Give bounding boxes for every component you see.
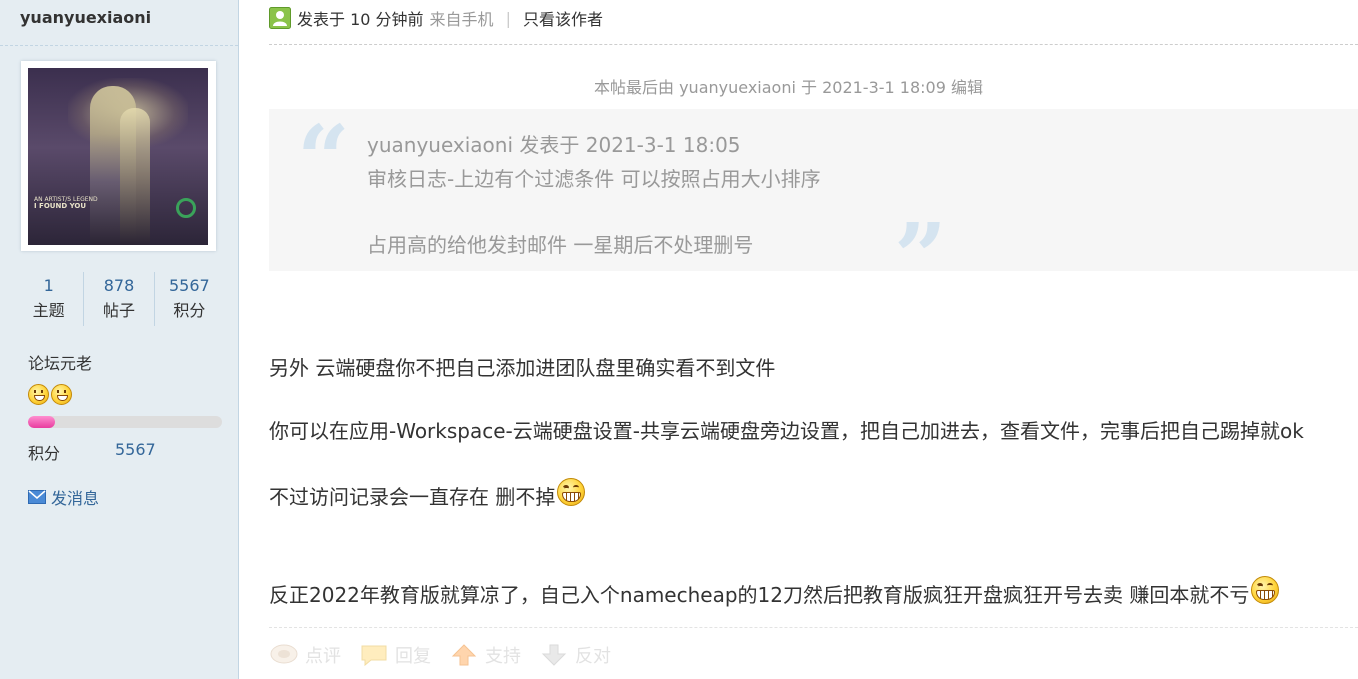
author-username[interactable]: yuanyuexiaoni: [20, 8, 151, 27]
points-label: 积分: [28, 444, 61, 463]
quote-header[interactable]: yuanyuexiaoni 发表于 2021-3-1 18:05: [367, 129, 741, 158]
rank-progress-fill: [28, 416, 56, 428]
author-sidebar: yuanyuexiaoni AN ARTIST/S LEGEND I FOUND…: [0, 0, 239, 679]
post-text: 不过访问记录会一直存在 删不掉: [269, 485, 556, 509]
quote-text: 占用高的给他发封邮件 一星期后不处理删号: [367, 233, 754, 257]
avatar-figure: [120, 108, 150, 245]
rank-stars: [28, 384, 72, 405]
stat-label: 主题: [32, 301, 65, 320]
post-paragraph: 反正2022年教育版就算凉了，自己入个namecheap的12刀然后把教育版疯狂…: [269, 576, 1280, 608]
stat-posts[interactable]: 878 帖子: [84, 272, 155, 326]
stat-label: 帖子: [102, 301, 135, 320]
open-quote-icon: “: [297, 105, 350, 213]
quote-text: 审核日志-上边有个过滤条件 可以按照占用大小排序: [367, 167, 821, 191]
stat-label: 积分: [173, 301, 206, 320]
rank-smiley-icon: [51, 384, 72, 405]
post-text: 你可以在应用-Workspace-云端硬盘设置-共享云端硬盘旁边设置，把自己加进…: [269, 419, 1304, 443]
grin-emoji-icon: [557, 478, 586, 506]
points-row: 积分 5567: [28, 440, 156, 464]
divider: [0, 45, 238, 46]
post-content-area: 发表于 10 分钟前 来自手机 | 只看该作者 本帖最后由 yuanyuexia…: [239, 0, 1358, 679]
rank-smiley-icon: [28, 384, 49, 405]
action-label: 回复: [395, 646, 431, 667]
stat-value: 5567: [168, 276, 210, 295]
post-meta: 发表于 10 分钟前 来自手机 | 只看该作者: [269, 6, 603, 30]
meta-separator: |: [505, 8, 511, 28]
avatar-caption-big: I FOUND YOU: [34, 202, 87, 210]
post-actions: 点评 回复 支持 反对: [269, 642, 611, 668]
online-status-icon: [269, 7, 291, 29]
support-button[interactable]: 支持: [449, 642, 521, 668]
send-message-link[interactable]: 发消息: [28, 485, 99, 509]
comment-button[interactable]: 点评: [269, 642, 341, 668]
action-label: 反对: [575, 646, 611, 667]
oppose-button[interactable]: 反对: [539, 642, 611, 668]
grin-emoji-icon: [1251, 576, 1280, 604]
action-label: 支持: [485, 646, 521, 667]
divider: [269, 44, 1358, 45]
avatar-logo-icon: [176, 198, 196, 218]
comment-icon: [270, 644, 298, 664]
post-paragraph: 不过访问记录会一直存在 删不掉: [269, 478, 586, 510]
post-time: 发表于 10 分钟前: [297, 10, 424, 29]
avatar[interactable]: AN ARTIST/S LEGEND I FOUND YOU: [21, 61, 216, 251]
reply-icon: [361, 645, 387, 667]
reply-button[interactable]: 回复: [359, 642, 431, 668]
post-source[interactable]: 来自手机: [430, 6, 494, 30]
action-label: 点评: [305, 646, 341, 667]
post-text: 另外 云端硬盘你不把自己添加进团队盘里确实看不到文件: [269, 356, 776, 380]
quote-block: “ ” yuanyuexiaoni 发表于 2021-3-1 18:05 审核日…: [269, 105, 1358, 311]
edit-note: 本帖最后由 yuanyuexiaoni 于 2021-3-1 18:09 编辑: [594, 78, 983, 97]
mail-icon: [28, 490, 46, 504]
points-value[interactable]: 5567: [115, 440, 156, 464]
view-author-only-link[interactable]: 只看该作者: [523, 6, 603, 30]
avatar-image: AN ARTIST/S LEGEND I FOUND YOU: [28, 68, 208, 245]
stat-value: 1: [43, 276, 54, 295]
support-arrow-up-icon: [451, 644, 477, 666]
post-paragraph: 另外 云端硬盘你不把自己添加进团队盘里确实看不到文件: [269, 352, 775, 381]
rank-progress-bar: [28, 416, 222, 428]
avatar-caption: AN ARTIST/S LEGEND I FOUND YOU: [34, 196, 114, 210]
rank-title[interactable]: 论坛元老: [28, 350, 92, 374]
stat-points[interactable]: 5567 积分: [155, 272, 224, 326]
divider: [269, 627, 1358, 628]
post-text: 反正2022年教育版就算凉了，自己入个namecheap的12刀然后把教育版疯狂…: [269, 583, 1250, 607]
close-quote-icon: ”: [894, 203, 947, 311]
stat-value: 878: [103, 276, 135, 295]
stat-threads[interactable]: 1 主题: [14, 272, 85, 326]
post-paragraph: 你可以在应用-Workspace-云端硬盘设置-共享云端硬盘旁边设置，把自己加进…: [269, 415, 1304, 444]
author-stats: 1 主题 878 帖子 5567 积分: [14, 272, 224, 326]
oppose-arrow-down-icon: [541, 644, 567, 666]
send-message-label: 发消息: [51, 489, 100, 508]
